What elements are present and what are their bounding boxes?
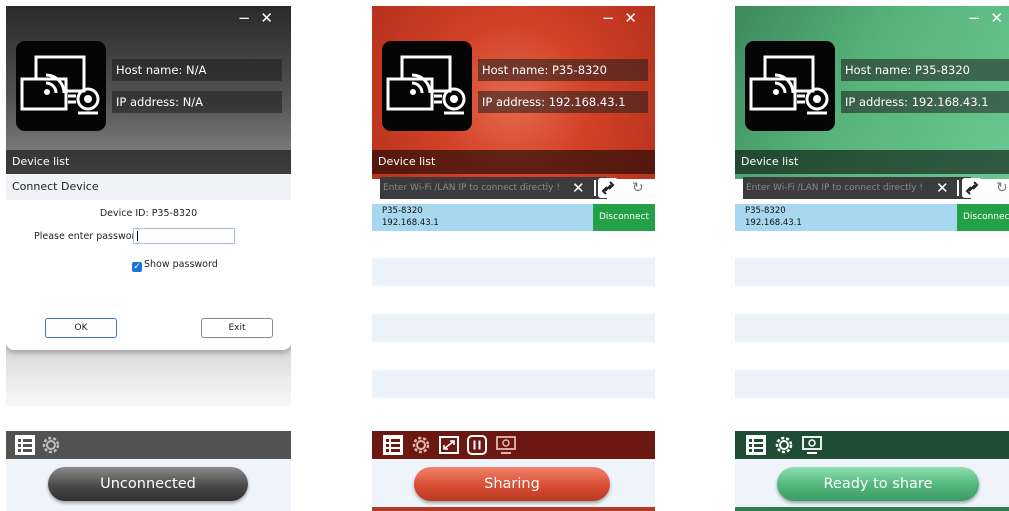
close-icon[interactable]: ✕: [990, 9, 1009, 27]
link-icon[interactable]: [962, 178, 982, 198]
list-background: [6, 346, 291, 406]
window-controls: −✕: [238, 9, 283, 27]
app-logo-icon: [16, 41, 106, 131]
list-icon[interactable]: [14, 434, 36, 456]
device-id-label: Device ID: P35-8320: [99, 208, 198, 219]
ip-address-field: IP address: 192.168.43.1: [478, 91, 648, 113]
host-name-field: Host name: P35-8320: [841, 59, 1009, 81]
search-divider: [957, 180, 959, 196]
device-list-header: Device list: [372, 150, 655, 174]
fullscreen-icon[interactable]: [438, 434, 460, 456]
screen-cast-icon[interactable]: [495, 434, 517, 456]
device-ip: 192.168.43.1: [382, 218, 439, 228]
gear-icon[interactable]: [773, 434, 795, 456]
device-name: P35-8320: [382, 206, 423, 216]
password-label: Please enter password:: [34, 231, 145, 242]
empty-row: [735, 314, 1009, 342]
checkmark-icon: ✓: [132, 262, 142, 272]
empty-row: [372, 370, 655, 398]
refresh-icon[interactable]: ↻: [632, 178, 644, 198]
ip-address-field: IP address: N/A: [112, 91, 282, 113]
empty-row: [735, 258, 1009, 286]
refresh-icon[interactable]: ↻: [996, 178, 1008, 198]
status-button-unconnected[interactable]: Unconnected: [48, 467, 248, 501]
clear-icon[interactable]: ✕: [936, 180, 949, 196]
app-logo-icon: [382, 41, 472, 131]
gear-icon[interactable]: [410, 434, 432, 456]
close-icon[interactable]: ✕: [624, 9, 647, 27]
password-input[interactable]: [133, 228, 235, 244]
text-caret: [137, 231, 138, 241]
clear-icon[interactable]: ✕: [572, 180, 585, 196]
device-ip: 192.168.43.1: [745, 218, 802, 228]
status-button-sharing[interactable]: Sharing: [414, 467, 610, 501]
bottom-toolbar: [735, 431, 1009, 459]
minimize-icon[interactable]: −: [602, 9, 625, 27]
pause-icon[interactable]: [466, 434, 488, 456]
window-controls: −✕: [968, 9, 1009, 27]
ok-button[interactable]: OK: [45, 318, 117, 338]
host-name-field: Host name: N/A: [112, 59, 282, 81]
bottom-toolbar: [372, 431, 655, 459]
show-password-checkbox[interactable]: ✓ Show password: [132, 259, 218, 272]
ip-address-field: IP address: 192.168.43.1: [841, 91, 1009, 113]
gear-icon[interactable]: [40, 434, 62, 456]
panel-sharing: −✕ Host name: P35-8320 IP address: 192.1…: [372, 6, 655, 511]
device-name: P35-8320: [745, 206, 786, 216]
bottom-strip: [372, 507, 655, 511]
search-divider: [594, 180, 596, 196]
show-password-label: Show password: [144, 259, 218, 270]
device-list-header: Device list: [6, 150, 291, 174]
bottom-toolbar: [6, 431, 291, 459]
status-button-ready[interactable]: Ready to share: [777, 467, 979, 501]
bottom-strip: [735, 507, 1009, 511]
device-list-header: Device list: [735, 150, 1009, 174]
empty-row: [735, 370, 1009, 398]
disconnect-button[interactable]: Disconnect: [593, 204, 655, 231]
link-icon[interactable]: [598, 178, 618, 198]
screen-cast-icon[interactable]: [801, 434, 823, 456]
exit-button[interactable]: Exit: [201, 318, 273, 338]
minimize-icon[interactable]: −: [968, 9, 991, 27]
panel-ready: −✕ Host name: P35-8320 IP address: 192.1…: [735, 6, 1009, 511]
minimize-icon[interactable]: −: [238, 9, 261, 27]
list-icon[interactable]: [745, 434, 767, 456]
panel-unconnected: −✕ Host name: N/A IP address: N/A Device…: [6, 6, 291, 511]
disconnect-button[interactable]: Disconnect: [957, 204, 1009, 231]
list-icon[interactable]: [382, 434, 404, 456]
dialog-title: Connect Device: [6, 174, 291, 200]
close-icon[interactable]: ✕: [260, 9, 283, 27]
host-name-field: Host name: P35-8320: [478, 59, 648, 81]
connect-device-dialog: Connect Device Device ID: P35-8320 Pleas…: [6, 174, 291, 350]
app-logo-icon: [745, 41, 835, 131]
window-controls: −✕: [602, 9, 647, 27]
empty-row: [372, 314, 655, 342]
empty-row: [372, 258, 655, 286]
